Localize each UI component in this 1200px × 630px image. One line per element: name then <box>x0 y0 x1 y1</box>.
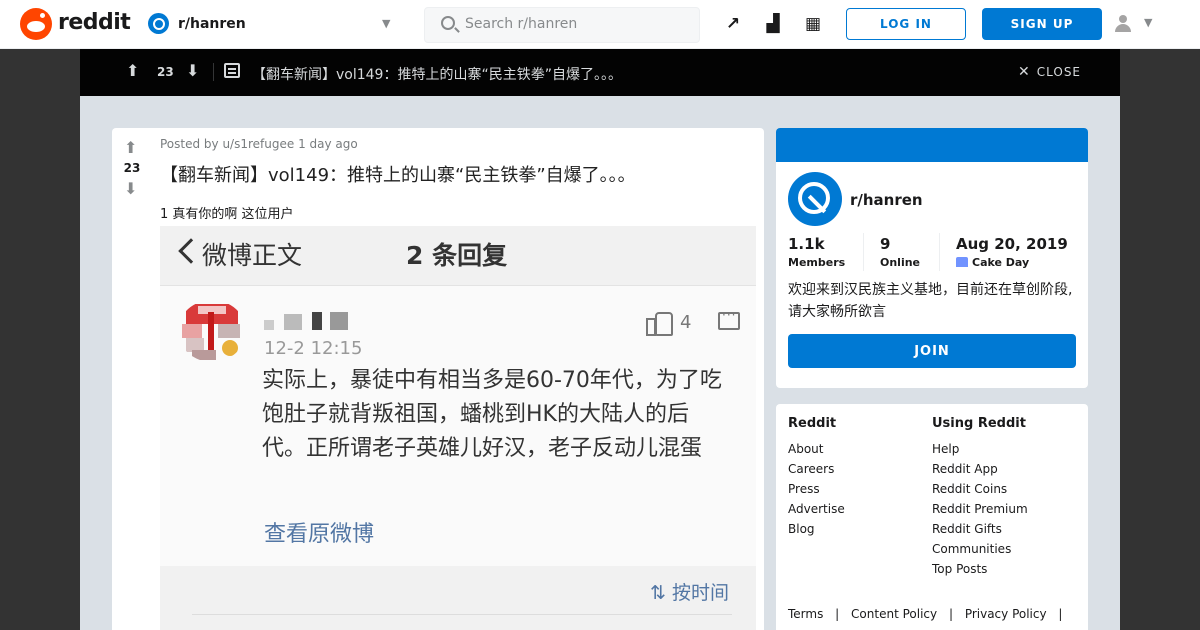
chevron-down-icon: ▼ <box>1144 16 1153 29</box>
cake-day-stat: Aug 20, 2019 Cake Day <box>956 235 1068 269</box>
weibo-comment-text: 实际上，暴徒中有相当多是60-70年代，为了吃饱肚子就背叛祖国，蟠桃到HK的大陆… <box>262 368 722 461</box>
close-label: CLOSE <box>1036 65 1082 79</box>
post-icon <box>224 63 240 78</box>
weibo-sort: ⇅ 按时间 <box>650 578 729 605</box>
privacy-policy-link[interactable]: Privacy Policy <box>965 607 1047 621</box>
weibo-sort-bar: ⇅ 按时间 <box>160 566 756 630</box>
trending-icon[interactable]: ↗ <box>722 13 744 35</box>
sort-icon: ⇅ <box>650 582 672 604</box>
community-widget: r/hanren 1.1k Members 9 Online Aug 20, 2… <box>776 128 1088 388</box>
signup-button[interactable]: SIGN UP <box>982 8 1102 40</box>
community-icon[interactable] <box>788 172 842 226</box>
footer-link[interactable]: Careers <box>788 459 845 479</box>
weibo-header: 微博正文 2 条回复 <box>160 226 756 286</box>
reddit-logo-icon[interactable] <box>20 8 52 40</box>
footer-link[interactable]: Advertise <box>788 499 845 519</box>
join-button[interactable]: JOIN <box>788 334 1076 368</box>
weibo-like-count: 4 <box>680 312 692 333</box>
footer-link[interactable]: Reddit Gifts <box>932 519 1028 539</box>
pixelated-avatar <box>178 300 246 362</box>
members-label: Members <box>788 256 846 269</box>
community-description: 欢迎来到汉民族主义基地，目前还在草创阶段,请大家畅所欲言 <box>788 282 1073 320</box>
footer-col-title: Reddit <box>788 416 837 431</box>
chevron-down-icon: ▼ <box>382 17 391 30</box>
online-stat: 9 Online <box>880 235 920 269</box>
downvote-arrow-icon[interactable]: ⬇ <box>186 61 199 80</box>
post-image[interactable]: 微博正文 2 条回复 12-2 12:15 4 ··· 实际上，暴徒中有相当多是… <box>160 226 756 630</box>
weibo-comment: 12-2 12:15 4 实际上，暴徒中有相当多是60-70年代，为了吃饱肚子就… <box>160 286 756 566</box>
legal-links: Terms | Content Policy | Privacy Policy … <box>788 607 1070 621</box>
footer-col-using-reddit: Using Reddit Help Reddit App Reddit Coin… <box>932 416 1028 579</box>
footer-link[interactable]: Reddit Premium <box>932 499 1028 519</box>
members-stat: 1.1k Members <box>788 235 845 269</box>
cake-icon <box>956 257 968 267</box>
online-value: 9 <box>880 235 891 253</box>
vote-score: 23 <box>123 161 141 175</box>
subreddit-selector[interactable]: r/hanren ▼ <box>148 12 398 38</box>
post-score: 23 <box>157 65 174 79</box>
reddit-wordmark[interactable]: reddit <box>58 10 131 35</box>
back-arrow-icon <box>178 238 204 264</box>
subreddit-icon <box>148 13 169 34</box>
thumbs-up-icon <box>646 310 673 336</box>
footer-col-title: Using Reddit <box>932 416 1026 431</box>
footer-link[interactable]: Reddit App <box>932 459 1028 479</box>
weibo-original-link: 查看原微博 <box>264 522 375 547</box>
weibo-comment-time: 12-2 12:15 <box>264 338 363 359</box>
terms-link[interactable]: Terms <box>788 607 823 621</box>
separator: | <box>948 607 953 621</box>
top-header: reddit r/hanren ▼ ↗ ▟ ▦ LOG IN SIGN UP ▼ <box>0 0 1200 49</box>
members-value: 1.1k <box>788 235 825 253</box>
footer-link[interactable]: Blog <box>788 519 845 539</box>
login-button[interactable]: LOG IN <box>846 8 966 40</box>
weibo-sort-label: 按时间 <box>671 582 729 604</box>
divider <box>192 614 732 615</box>
content-policy-link[interactable]: Content Policy <box>851 607 937 621</box>
user-menu[interactable]: ▼ <box>1112 14 1162 36</box>
online-label: Online <box>880 256 921 269</box>
comment-icon <box>718 308 740 330</box>
footer-links-widget: Reddit About Careers Press Advertise Blo… <box>776 404 1088 630</box>
cake-day-label: Cake Day <box>972 256 1030 269</box>
subreddit-name: r/hanren <box>178 16 246 32</box>
community-name[interactable]: r/hanren <box>850 191 923 209</box>
stats-icon[interactable]: ▟ <box>762 13 784 35</box>
separator: | <box>1058 607 1063 621</box>
footer-col-reddit: Reddit About Careers Press Advertise Blo… <box>788 416 845 539</box>
post-title: 【翻车新闻】vol149：推特上的山寨“民主铁拳”自爆了。。。 <box>160 165 636 186</box>
footer-link[interactable]: Help <box>932 439 1028 459</box>
close-icon: ✕ <box>1018 64 1031 80</box>
downvote-arrow-icon[interactable]: ⬇ <box>124 179 137 198</box>
overlay-post-title: 【翻车新闻】vol149：推特上的山寨“民主铁拳”自爆了。。。 <box>252 67 622 83</box>
weibo-reply-count: 2 条回复 <box>406 241 508 270</box>
search-bar[interactable] <box>424 7 700 43</box>
close-button[interactable]: ✕ CLOSE <box>1018 64 1081 80</box>
separator: | <box>835 607 840 621</box>
search-icon <box>441 16 455 30</box>
divider <box>939 233 940 271</box>
footer-link[interactable]: Press <box>788 479 845 499</box>
footer-link[interactable]: Communities <box>932 539 1028 559</box>
user-icon <box>1114 14 1132 32</box>
upvote-arrow-icon[interactable]: ⬆ <box>126 61 139 80</box>
coins-icon[interactable]: ▦ <box>802 13 824 35</box>
search-input[interactable] <box>465 16 685 32</box>
footer-link[interactable]: About <box>788 439 845 459</box>
post-overlay-bar: ⬆ 23 ⬇ 【翻车新闻】vol149：推特上的山寨“民主铁拳”自爆了。。。 ✕… <box>80 49 1120 96</box>
divider <box>863 233 864 271</box>
post-body: 1 真有你的啊 这位用户 <box>160 207 294 222</box>
pixelated-username <box>264 310 354 332</box>
cake-day-value: Aug 20, 2019 <box>956 235 1068 253</box>
weibo-header-title: 微博正文 <box>202 241 303 270</box>
upvote-arrow-icon[interactable]: ⬆ <box>124 138 137 157</box>
community-banner <box>776 128 1088 162</box>
post-card: ⬆ 23 ⬇ Posted by u/s1refugee 1 day ago 【… <box>112 128 764 630</box>
footer-link[interactable]: Reddit Coins <box>932 479 1028 499</box>
footer-link[interactable]: Top Posts <box>932 559 1028 579</box>
post-meta[interactable]: Posted by u/s1refugee 1 day ago <box>160 137 358 151</box>
divider <box>213 63 214 81</box>
